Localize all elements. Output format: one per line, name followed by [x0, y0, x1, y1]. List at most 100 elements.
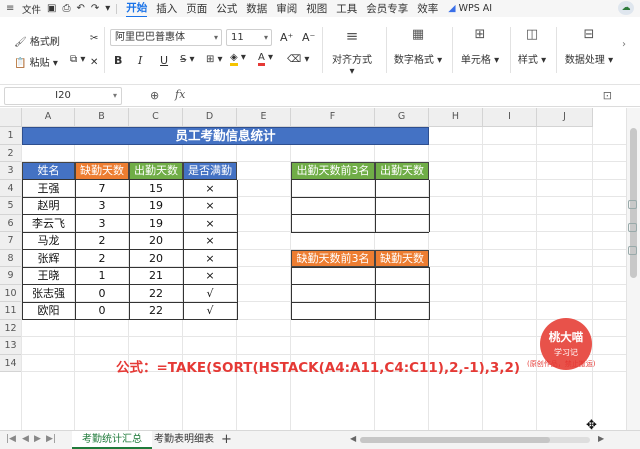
- undo-icon[interactable]: ↶: [76, 3, 84, 14]
- table-header-cell[interactable]: 缺勤天数: [75, 162, 129, 180]
- result-cell[interactable]: [291, 302, 375, 320]
- side-panel-icon[interactable]: [628, 223, 637, 232]
- data-processing-button[interactable]: ⊟ 数据处理 ▾: [560, 27, 618, 66]
- wps-ai-button[interactable]: ◢ WPS AI: [448, 3, 492, 14]
- side-panel-icon[interactable]: [628, 246, 637, 255]
- strikethrough-icon[interactable]: S̶ ▾: [180, 54, 195, 65]
- row-header[interactable]: 9: [0, 267, 22, 285]
- column-header[interactable]: E: [237, 108, 291, 127]
- table-cell[interactable]: ×: [183, 180, 237, 198]
- table-cell[interactable]: 欧阳: [22, 302, 75, 320]
- table-cell[interactable]: √: [183, 302, 237, 320]
- number-format-button[interactable]: ▦ 数字格式 ▾: [393, 27, 443, 66]
- tab-member[interactable]: 会员专享: [366, 1, 408, 16]
- last-sheet-icon[interactable]: ▶|: [46, 434, 56, 444]
- file-menu[interactable]: 文件: [22, 2, 41, 16]
- column-header[interactable]: G: [375, 108, 429, 127]
- cells-button[interactable]: ⊞ 单元格 ▾: [458, 27, 502, 66]
- table-cell[interactable]: 21: [129, 267, 183, 285]
- table-cell[interactable]: ×: [183, 232, 237, 250]
- format-painter-button[interactable]: 🖌 格式刷: [14, 33, 60, 48]
- result-cell[interactable]: [375, 302, 429, 320]
- table-cell[interactable]: 张辉: [22, 250, 75, 268]
- grow-font-button[interactable]: A⁺: [280, 31, 293, 44]
- bold-button[interactable]: B: [114, 54, 122, 67]
- tab-tools[interactable]: 工具: [336, 1, 357, 16]
- tab-insert[interactable]: 插入: [156, 1, 177, 16]
- table-header-cell[interactable]: 姓名: [22, 162, 75, 180]
- table-cell[interactable]: 2: [75, 250, 129, 268]
- row-header[interactable]: 10: [0, 284, 22, 302]
- italic-button[interactable]: I: [138, 54, 142, 67]
- zoom-lens-icon[interactable]: ⊕: [150, 89, 159, 102]
- row-header[interactable]: 7: [0, 232, 22, 250]
- prev-sheet-icon[interactable]: ◀: [22, 434, 29, 444]
- row-header[interactable]: 2: [0, 144, 22, 162]
- menu-icon[interactable]: ≡: [6, 3, 16, 14]
- fill-color-button[interactable]: ◈ ▾: [230, 52, 246, 66]
- result-cell[interactable]: [375, 215, 429, 233]
- scroll-right-icon[interactable]: ▶: [598, 434, 604, 443]
- expand-formula-icon[interactable]: ⊡: [603, 89, 612, 102]
- table-cell[interactable]: √: [183, 285, 237, 303]
- more-icon[interactable]: ▾: [105, 3, 110, 14]
- first-sheet-icon[interactable]: |◀: [6, 434, 16, 444]
- table-cell[interactable]: ×: [183, 250, 237, 268]
- clear-format-icon[interactable]: ⌫ ▾: [287, 54, 309, 65]
- table-cell[interactable]: 7: [75, 180, 129, 198]
- table-cell[interactable]: 15: [129, 180, 183, 198]
- copy-format-icon[interactable]: ✕: [90, 57, 98, 68]
- ranking-header-cell[interactable]: 缺勤天数前3名: [291, 249, 375, 267]
- table-cell[interactable]: 赵明: [22, 197, 75, 215]
- tab-page[interactable]: 页面: [186, 1, 207, 16]
- underline-button[interactable]: U: [160, 54, 168, 67]
- add-sheet-button[interactable]: +: [221, 432, 232, 447]
- align-button[interactable]: ≡ 对齐方式 ▾: [330, 27, 374, 77]
- ranking-header-cell[interactable]: 出勤天数前3名: [291, 162, 375, 180]
- column-header[interactable]: H: [429, 108, 483, 127]
- table-cell[interactable]: 22: [129, 302, 183, 320]
- result-cell[interactable]: [291, 285, 375, 303]
- copy-icon[interactable]: ⧉ ▾: [70, 54, 85, 65]
- side-panel-icon[interactable]: [628, 200, 637, 209]
- font-size-select[interactable]: 11 ▾: [226, 29, 272, 46]
- ranking-header-cell[interactable]: 缺勤天数: [375, 249, 429, 267]
- tab-formula[interactable]: 公式: [216, 1, 237, 16]
- column-header[interactable]: A: [22, 108, 75, 127]
- table-cell[interactable]: 1: [75, 267, 129, 285]
- table-cell[interactable]: 李云飞: [22, 215, 75, 233]
- row-header[interactable]: 14: [0, 354, 22, 372]
- table-cell[interactable]: 2: [75, 232, 129, 250]
- tab-review[interactable]: 审阅: [276, 1, 297, 16]
- table-header-cell[interactable]: 是否满勤: [183, 162, 237, 180]
- ribbon-more-icon[interactable]: ›: [622, 39, 626, 50]
- row-header[interactable]: 4: [0, 179, 22, 197]
- column-header[interactable]: I: [483, 108, 537, 127]
- spreadsheet-grid[interactable]: A B C D E F G H I J 1 2 3 4 5 6 7 8 9 10 11 12 13 14 员工考勤信息统计 姓名缺…: [0, 108, 626, 430]
- save-icon[interactable]: ▣: [47, 3, 56, 14]
- paste-button[interactable]: 📋 粘贴 ▾: [14, 54, 58, 69]
- vertical-scrollbar[interactable]: [626, 108, 640, 430]
- tab-data[interactable]: 数据: [246, 1, 267, 16]
- scroll-thumb[interactable]: [360, 437, 550, 443]
- table-header-cell[interactable]: 出勤天数: [129, 162, 183, 180]
- row-header[interactable]: 1: [0, 127, 22, 145]
- sheet-tab-summary[interactable]: 考勤统计汇总: [72, 431, 152, 449]
- table-cell[interactable]: 王强: [22, 180, 75, 198]
- column-header[interactable]: C: [129, 108, 183, 127]
- redo-icon[interactable]: ↷: [91, 3, 99, 14]
- ranking-header-cell[interactable]: 出勤天数: [375, 162, 429, 180]
- row-header[interactable]: 8: [0, 249, 22, 267]
- column-header[interactable]: J: [537, 108, 593, 127]
- row-header[interactable]: 11: [0, 302, 22, 320]
- row-header[interactable]: 3: [0, 162, 22, 180]
- horizontal-scrollbar[interactable]: [360, 437, 590, 443]
- table-cell[interactable]: 王晓: [22, 267, 75, 285]
- row-header[interactable]: 6: [0, 214, 22, 232]
- font-color-button[interactable]: A ▾: [258, 52, 273, 66]
- table-cell[interactable]: 19: [129, 215, 183, 233]
- styles-button[interactable]: ◫ 样式 ▾: [515, 27, 549, 66]
- table-cell[interactable]: 19: [129, 197, 183, 215]
- table-cell[interactable]: 20: [129, 232, 183, 250]
- row-header[interactable]: 5: [0, 197, 22, 215]
